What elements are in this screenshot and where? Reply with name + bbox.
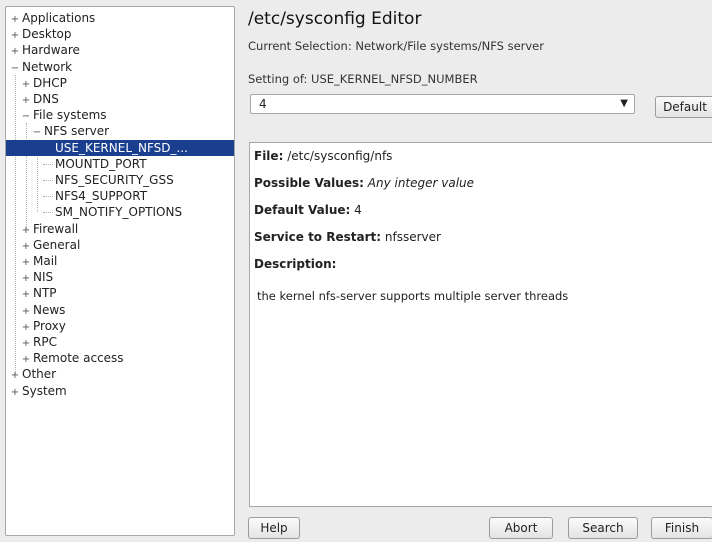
tree-node-label: Mail (33, 254, 58, 268)
tree-node-label: DNS (33, 92, 59, 106)
tree-node-label: NIS (33, 270, 54, 285)
current-selection: Current Selection: Network/File systems/… (248, 39, 544, 53)
tree-node-label: Other (22, 367, 57, 382)
leaf-connector-icon (43, 156, 53, 165)
leaf-connector-icon (43, 188, 53, 198)
file-label: File: (254, 149, 284, 163)
tree-node-label: NFS_SECURITY_GSS (55, 173, 174, 187)
setting-value-combo[interactable]: 4 ▼ (250, 94, 635, 114)
possible-values-value: Any integer value (367, 176, 475, 190)
tree-node-label: Network (22, 59, 73, 74)
description-heading: Description: (254, 257, 336, 271)
tree-node-label: Desktop (22, 27, 72, 42)
tree-node[interactable]: + DNS (21, 91, 59, 107)
tree-node-label: USE_KERNEL_NFSD_... (55, 140, 188, 155)
tree-node-label: Firewall (33, 221, 79, 236)
tree-node[interactable]: SM_NOTIFY_OPTIONS (43, 204, 182, 220)
tree-node[interactable]: + System (10, 383, 67, 399)
tree-node[interactable]: MOUNTD_PORT (43, 156, 147, 172)
tree-node-label: RPC (33, 335, 57, 349)
help-button[interactable]: Help (248, 517, 300, 539)
tree-node[interactable]: + News (21, 302, 66, 318)
collapse-icon[interactable]: − (10, 61, 20, 77)
tree-node-label: News (33, 302, 66, 317)
default-value: 4 (354, 203, 362, 217)
setting-label: Setting of: USE_KERNEL_NFSD_NUMBER (248, 72, 478, 86)
tree-node[interactable]: + Mail (21, 253, 58, 269)
abort-button[interactable]: Abort (489, 517, 553, 539)
search-button[interactable]: Search (568, 517, 638, 539)
tree-node[interactable]: USE_KERNEL_NFSD_... (6, 139, 234, 156)
file-value: /etc/sysconfig/nfs (287, 149, 393, 163)
chevron-down-icon: ▼ (620, 98, 628, 109)
tree-node[interactable]: + RPC (21, 334, 57, 350)
tree-node-label: File systems (33, 108, 107, 123)
tree-node-label: NFS server (44, 124, 110, 139)
collapse-icon[interactable]: − (21, 109, 31, 125)
description-text: the kernel nfs-server supports multiple … (257, 289, 569, 303)
tree-node[interactable]: + Applications (10, 10, 96, 26)
tree-node[interactable]: NFS_SECURITY_GSS (43, 172, 174, 188)
tree-node-label: NFS4_SUPPORT (55, 189, 148, 204)
file-row: File: /etc/sysconfig/nfs (254, 149, 392, 163)
service-value: nfsserver (384, 230, 441, 244)
description-label: Description: (254, 257, 337, 271)
setting-value: 4 (259, 97, 267, 111)
tree-node[interactable]: − NFS server (32, 123, 109, 139)
default-value-row: Default Value: 4 (254, 203, 362, 217)
tree-node[interactable]: + Hardware (10, 42, 80, 58)
tree-node[interactable]: NFS4_SUPPORT (43, 188, 147, 204)
tree-node-label: General (33, 237, 81, 252)
tree-node[interactable]: + Proxy (21, 318, 66, 334)
page-title: /etc/sysconfig Editor (248, 9, 422, 29)
tree-node[interactable]: + Desktop (10, 26, 72, 42)
tree-node-label: System (22, 383, 67, 398)
leaf-connector-icon (43, 172, 53, 181)
tree-node-label: Hardware (22, 43, 80, 58)
info-panel: File: /etc/sysconfig/nfs Possible Values… (249, 142, 712, 507)
default-value-label: Default Value: (254, 203, 351, 217)
tree-node[interactable]: + NTP (21, 285, 57, 301)
tree-node[interactable]: + DHCP (21, 75, 67, 91)
tree-node-label: NTP (33, 286, 57, 301)
expand-icon[interactable]: + (10, 385, 20, 401)
tree-node-label: DHCP (33, 75, 67, 90)
tree-node[interactable]: + NIS (21, 269, 53, 285)
service-row: Service to Restart: nfsserver (254, 230, 441, 244)
tree-node[interactable]: − Network (10, 59, 72, 75)
tree-guide-line (15, 74, 16, 375)
tree-node[interactable]: − File systems (21, 107, 107, 123)
service-label: Service to Restart: (254, 230, 382, 244)
tree-node[interactable]: + Other (10, 366, 56, 382)
possible-values-label: Possible Values: (254, 176, 364, 190)
config-tree[interactable]: + Applications + Desktop + Hardware − Network + D… (5, 6, 235, 536)
tree-node-label: SM_NOTIFY_OPTIONS (55, 205, 183, 220)
leaf-connector-icon (43, 204, 53, 214)
tree-node-label: Applications (22, 11, 96, 25)
finish-button[interactable]: Finish (651, 517, 712, 539)
default-button[interactable]: Default (655, 96, 712, 118)
tree-node-label: Proxy (33, 318, 66, 333)
tree-node[interactable]: + Remote access (21, 350, 124, 366)
tree-node-label: Remote access (33, 351, 124, 366)
tree-node[interactable]: + Firewall (21, 221, 78, 237)
possible-values-row: Possible Values: Any integer value (254, 176, 474, 190)
tree-node[interactable]: + General (21, 237, 81, 253)
tree-node-label: MOUNTD_PORT (55, 156, 147, 171)
